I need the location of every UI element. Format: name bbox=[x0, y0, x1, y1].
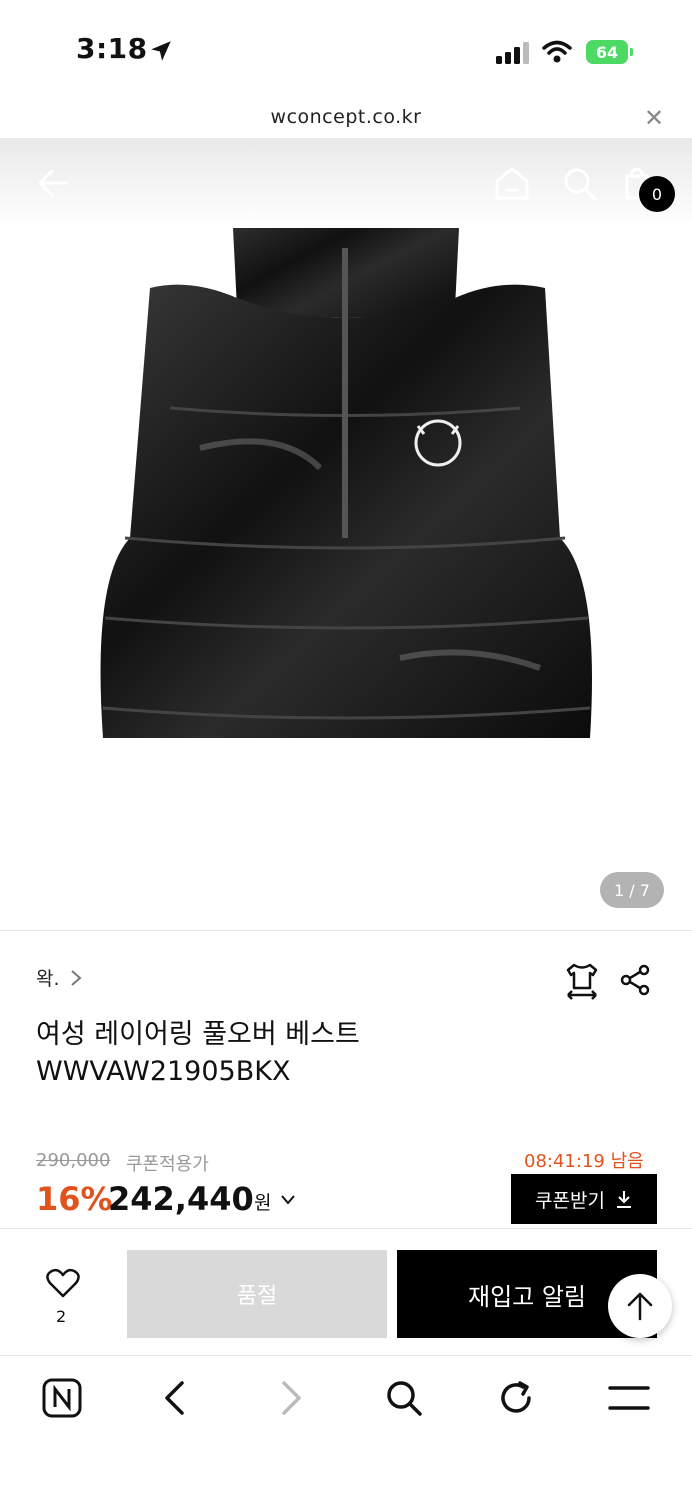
cart-count-badge[interactable]: 0 bbox=[639, 176, 675, 212]
browser-search-icon[interactable] bbox=[384, 1378, 424, 1418]
product-image[interactable] bbox=[0, 138, 692, 930]
home-icon[interactable] bbox=[494, 166, 530, 200]
menu-icon[interactable] bbox=[608, 1384, 650, 1412]
url-text[interactable]: wconcept.co.kr bbox=[0, 106, 692, 128]
product-code: WWVAW21905BKX bbox=[36, 1056, 291, 1087]
browser-back-icon[interactable] bbox=[162, 1380, 188, 1416]
status-time: 3:18 bbox=[76, 32, 148, 65]
coupon-button-label: 쿠폰받기 bbox=[535, 1189, 605, 1212]
sale-price: 242,440 bbox=[108, 1180, 254, 1218]
battery-level: 64 bbox=[595, 42, 619, 62]
chevron-right-icon bbox=[70, 970, 82, 986]
chevron-down-icon[interactable] bbox=[280, 1194, 296, 1206]
refresh-icon[interactable] bbox=[496, 1378, 536, 1418]
share-icon[interactable] bbox=[620, 964, 652, 996]
coupon-price-label: 쿠폰적용가 bbox=[126, 1154, 209, 1175]
currency-label: 원 bbox=[254, 1192, 272, 1214]
discount-rate: 16% bbox=[36, 1180, 113, 1218]
naver-icon[interactable] bbox=[42, 1378, 82, 1418]
brand-link[interactable]: 왁. bbox=[36, 964, 82, 991]
divider bbox=[0, 1228, 692, 1229]
heart-icon[interactable] bbox=[46, 1268, 80, 1298]
back-arrow-icon[interactable] bbox=[36, 166, 70, 200]
divider bbox=[0, 930, 692, 931]
countdown-timer: 08:41:19 남음 bbox=[524, 1151, 644, 1172]
size-guide-icon[interactable] bbox=[564, 962, 600, 1000]
arrow-up-icon bbox=[627, 1292, 653, 1321]
search-icon[interactable] bbox=[562, 166, 598, 202]
battery-indicator: 64 bbox=[586, 40, 633, 64]
wifi-icon bbox=[542, 40, 572, 63]
close-icon[interactable]: ✕ bbox=[644, 104, 664, 132]
location-arrow-icon bbox=[151, 41, 171, 61]
browser-forward-icon[interactable] bbox=[278, 1380, 304, 1416]
image-counter: 1 / 7 bbox=[600, 872, 664, 908]
coupon-download-button[interactable]: 쿠폰받기 bbox=[511, 1174, 657, 1224]
original-price: 290,000 bbox=[36, 1150, 111, 1171]
brand-name: 왁. bbox=[36, 968, 60, 990]
browser-toolbar bbox=[0, 1356, 692, 1500]
download-icon bbox=[616, 1191, 631, 1208]
product-title: 여성 레이어링 풀오버 베스트 bbox=[36, 1019, 360, 1050]
vest-illustration bbox=[100, 198, 592, 738]
wish-count: 2 bbox=[56, 1307, 67, 1326]
signal-icon bbox=[496, 42, 529, 64]
soldout-button[interactable]: 품절 bbox=[127, 1250, 387, 1338]
scroll-top-button[interactable] bbox=[608, 1274, 672, 1338]
